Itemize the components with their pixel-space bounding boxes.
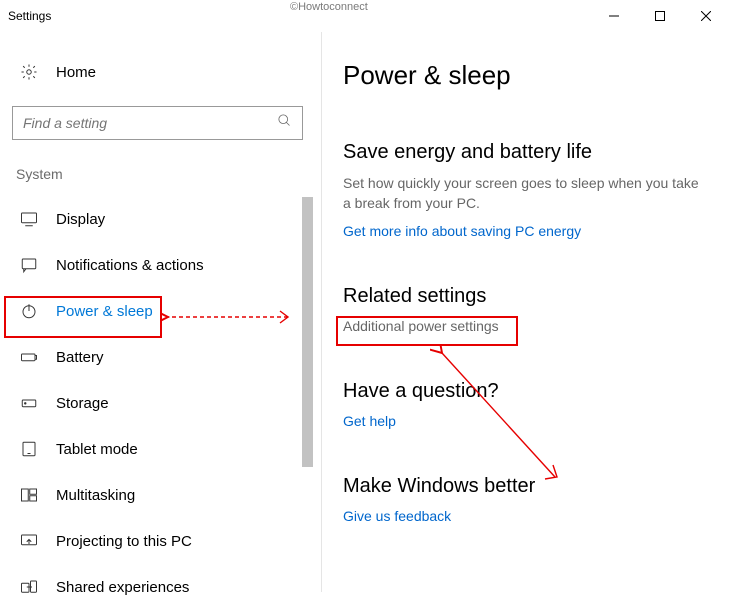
link-pc-energy[interactable]: Get more info about saving PC energy bbox=[343, 223, 581, 239]
sidebar-item-multitasking[interactable]: Multitasking bbox=[12, 472, 303, 518]
nav-label: Multitasking bbox=[56, 487, 135, 504]
tablet-icon bbox=[20, 440, 38, 458]
link-additional-power[interactable]: Additional power settings bbox=[343, 318, 499, 334]
nav-label: Power & sleep bbox=[56, 303, 153, 320]
notifications-icon bbox=[20, 256, 38, 274]
storage-icon bbox=[20, 394, 38, 412]
nav-label: Shared experiences bbox=[56, 579, 189, 596]
content-pane: Power & sleep Save energy and battery li… bbox=[315, 32, 729, 616]
nav-label: Display bbox=[56, 211, 105, 228]
nav-label: Storage bbox=[56, 395, 109, 412]
multitask-icon bbox=[20, 486, 38, 504]
window-title: Settings bbox=[8, 9, 51, 23]
close-button[interactable] bbox=[683, 0, 729, 32]
nav-label: Projecting to this PC bbox=[56, 533, 192, 550]
section-heading-question: Have a question? bbox=[343, 380, 701, 403]
search-input[interactable] bbox=[23, 115, 277, 131]
link-get-help[interactable]: Get help bbox=[343, 413, 396, 429]
search-icon bbox=[277, 113, 292, 133]
sidebar-item-storage[interactable]: Storage bbox=[12, 380, 303, 426]
vertical-divider bbox=[321, 32, 322, 592]
section-body-energy: Set how quickly your screen goes to slee… bbox=[343, 174, 701, 213]
display-icon bbox=[20, 210, 38, 228]
nav-label: Battery bbox=[56, 349, 104, 366]
shared-icon bbox=[20, 578, 38, 596]
sidebar-item-shared[interactable]: Shared experiences bbox=[12, 564, 303, 610]
minimize-button[interactable] bbox=[591, 0, 637, 32]
section-heading-energy: Save energy and battery life bbox=[343, 141, 701, 164]
sidebar-item-battery[interactable]: Battery bbox=[12, 334, 303, 380]
project-icon bbox=[20, 532, 38, 550]
power-icon bbox=[20, 302, 38, 320]
sidebar-item-projecting[interactable]: Projecting to this PC bbox=[12, 518, 303, 564]
watermark-text: ©Howtoconnect bbox=[290, 1, 368, 13]
battery-icon bbox=[20, 348, 38, 366]
home-button[interactable]: Home bbox=[12, 52, 303, 92]
sidebar-item-power-sleep[interactable]: Power & sleep bbox=[12, 288, 303, 334]
nav-label: Tablet mode bbox=[56, 441, 138, 458]
home-label: Home bbox=[56, 64, 96, 81]
sidebar-item-notifications[interactable]: Notifications & actions bbox=[12, 242, 303, 288]
gear-icon bbox=[20, 63, 38, 81]
title-bar: Settings ©Howtoconnect bbox=[0, 0, 729, 32]
sidebar-item-display[interactable]: Display bbox=[12, 196, 303, 242]
scroll-thumb[interactable] bbox=[302, 197, 313, 467]
maximize-button[interactable] bbox=[637, 0, 683, 32]
section-heading-feedback: Make Windows better bbox=[343, 475, 701, 498]
sidebar-item-tablet[interactable]: Tablet mode bbox=[12, 426, 303, 472]
search-box[interactable] bbox=[12, 106, 303, 140]
nav-label: Notifications & actions bbox=[56, 257, 204, 274]
sidebar: Home System Display Notifications & acti… bbox=[0, 32, 315, 616]
page-title: Power & sleep bbox=[343, 60, 701, 91]
sidebar-scrollbar[interactable] bbox=[300, 197, 315, 567]
section-label-system: System bbox=[12, 166, 303, 182]
link-feedback[interactable]: Give us feedback bbox=[343, 508, 451, 524]
section-heading-related: Related settings bbox=[343, 285, 701, 308]
window-controls bbox=[591, 0, 729, 32]
